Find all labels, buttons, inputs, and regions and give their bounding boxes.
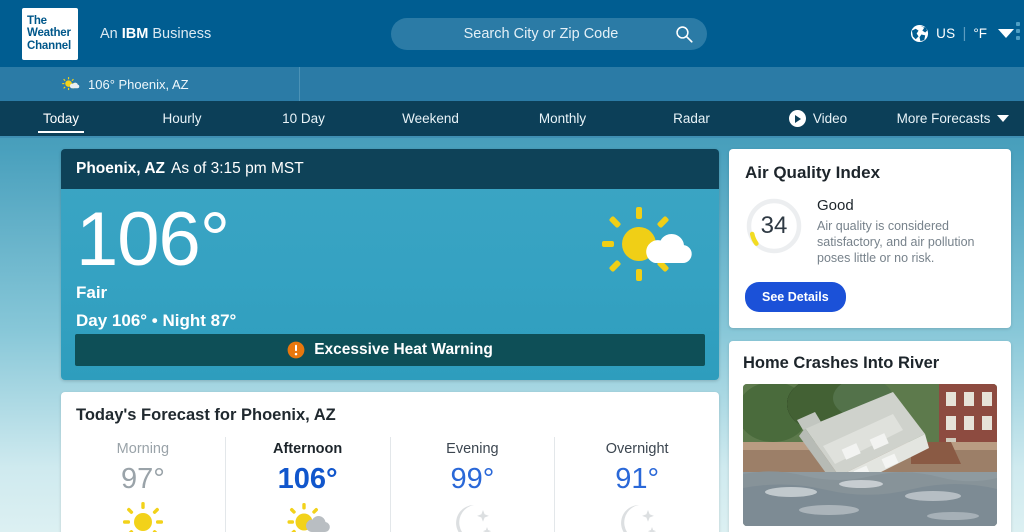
search-input[interactable] xyxy=(391,18,707,50)
aqi-description: Air quality is considered satisfactory, … xyxy=(817,219,975,265)
ibm-business-tagline: An IBM Business xyxy=(100,26,211,42)
nav-label: 10 Day xyxy=(282,111,325,126)
locale-unit-toggle[interactable]: °F xyxy=(973,26,987,41)
saved-location-item[interactable]: 106° Phoenix, AZ xyxy=(0,67,300,101)
forecast-period-label: Overnight xyxy=(605,441,669,457)
nav-tab-video[interactable]: Video xyxy=(754,101,882,136)
aqi-dial: 34 xyxy=(745,197,803,255)
nav-label: Hourly xyxy=(162,111,202,126)
house-collapsing-into-river-photo xyxy=(743,384,997,526)
locale-country[interactable]: US xyxy=(936,26,955,41)
nav-label: Radar xyxy=(673,111,710,126)
moon-stars-icon xyxy=(621,505,657,532)
aqi-text-block: Good Air quality is considered satisfact… xyxy=(817,197,995,266)
forecast-period-morning[interactable]: Morning 97° xyxy=(61,437,226,532)
nav-tab-10-day[interactable]: 10 Day xyxy=(242,101,365,136)
kebab-dot xyxy=(1016,29,1020,33)
todays-forecast-title: Today's Forecast for Phoenix, AZ xyxy=(76,406,336,424)
aqi-value: 34 xyxy=(760,212,788,239)
tagline-suffix: Business xyxy=(148,25,212,42)
primary-nav: Today Hourly 10 Day Weekend Monthly Rada… xyxy=(0,101,1024,138)
logo-line-3: Channel xyxy=(27,39,71,52)
forecast-period-label: Morning xyxy=(116,441,170,457)
nav-label: Video xyxy=(812,111,848,126)
forecast-period-temp: 91° xyxy=(615,463,660,495)
forecast-period-label: Afternoon xyxy=(272,441,343,457)
forecast-period-icon-wrap xyxy=(555,501,719,532)
nav-tab-radar[interactable]: Radar xyxy=(629,101,754,136)
weather-alert-banner[interactable]: Excessive Heat Warning xyxy=(75,334,705,366)
weather-alert-label: Excessive Heat Warning xyxy=(314,341,493,358)
nav-label: More Forecasts xyxy=(896,111,991,126)
nav-label: Monthly xyxy=(538,111,587,126)
news-headline: Home Crashes Into River xyxy=(743,354,940,372)
sun-icon xyxy=(122,502,163,532)
moon-stars-icon xyxy=(456,505,492,532)
alert-exclamation-icon xyxy=(287,341,305,359)
kebab-dot xyxy=(1016,22,1020,26)
kebab-dot xyxy=(1016,36,1020,40)
sun-cloud-icon xyxy=(62,77,80,91)
sun-behind-cloud-icon xyxy=(287,503,330,532)
air-quality-title: Air Quality Index xyxy=(745,163,881,182)
nav-tab-more-forecasts[interactable]: More Forecasts xyxy=(882,101,1024,136)
forecast-period-evening[interactable]: Evening 99° xyxy=(391,437,556,532)
site-header: The Weather Channel An IBM Business US |… xyxy=(0,0,1024,67)
weather-channel-logo[interactable]: The Weather Channel xyxy=(22,7,78,60)
forecast-period-afternoon[interactable]: Afternoon 106° xyxy=(226,437,391,532)
forecast-period-temp: 97° xyxy=(120,463,165,495)
nav-label: Weekend xyxy=(402,111,459,126)
current-condition-text: Fair xyxy=(76,283,108,302)
current-conditions-body: 106° Fair Day 106° • Night 87° xyxy=(61,189,719,334)
current-conditions-card: Phoenix, AZ As of 3:15 pm MST 106° Fair … xyxy=(61,149,719,380)
forecast-period-icon-wrap xyxy=(61,501,225,532)
sidebar-column: Air Quality Index 34 Good Air quality is… xyxy=(729,149,1011,532)
tagline-brand: IBM xyxy=(121,25,149,42)
nav-tab-weekend[interactable]: Weekend xyxy=(365,101,496,136)
day-night-temps: Day 106° • Night 87° xyxy=(76,311,237,330)
current-conditions-header: Phoenix, AZ As of 3:15 pm MST xyxy=(61,149,719,189)
chevron-down-icon[interactable] xyxy=(998,29,1014,38)
play-circle-icon xyxy=(788,110,806,127)
nav-label: Today xyxy=(42,111,80,126)
globe-icon[interactable] xyxy=(910,24,929,43)
air-quality-row: 34 Good Air quality is considered satisf… xyxy=(745,197,995,266)
logo-line-1: The xyxy=(27,14,47,27)
search-icon[interactable] xyxy=(675,25,693,43)
chevron-down-icon xyxy=(997,115,1010,122)
nav-tab-monthly[interactable]: Monthly xyxy=(496,101,629,136)
forecast-period-icon-wrap xyxy=(226,501,390,532)
air-quality-card: Air Quality Index 34 Good Air quality is… xyxy=(729,149,1011,328)
search-container xyxy=(391,18,707,50)
kebab-menu-icon[interactable] xyxy=(1016,22,1020,40)
tagline-prefix: An xyxy=(100,25,122,42)
page-content: Phoenix, AZ As of 3:15 pm MST 106° Fair … xyxy=(0,138,1024,532)
forecast-period-overnight[interactable]: Overnight 91° xyxy=(555,437,719,532)
see-details-button[interactable]: See Details xyxy=(745,282,846,312)
forecast-periods-row: Morning 97° Afternoon 106° Evening 99° O… xyxy=(61,437,719,532)
news-thumbnail[interactable] xyxy=(743,384,997,526)
locale-separator: | xyxy=(962,25,967,42)
todays-forecast-card: Today's Forecast for Phoenix, AZ Morning… xyxy=(61,392,719,532)
header-locale-controls: US | °F xyxy=(910,0,1020,67)
nav-tab-hourly[interactable]: Hourly xyxy=(122,101,242,136)
sun-behind-cloud-icon xyxy=(602,207,692,281)
logo-line-2: Weather xyxy=(27,27,71,40)
forecast-period-icon-wrap xyxy=(391,501,555,532)
forecast-period-temp: 99° xyxy=(450,463,495,495)
forecast-period-label: Evening xyxy=(446,441,499,457)
saved-location-strip: 106° Phoenix, AZ xyxy=(0,67,1024,101)
forecast-period-temp: 106° xyxy=(277,463,338,495)
current-location: Phoenix, AZ xyxy=(76,160,165,177)
news-card[interactable]: Home Crashes Into River xyxy=(729,341,1011,532)
current-as-of: As of 3:15 pm MST xyxy=(171,160,304,177)
saved-location-label: 106° Phoenix, AZ xyxy=(88,76,189,92)
nav-tab-today[interactable]: Today xyxy=(0,101,122,136)
aqi-category: Good xyxy=(817,197,854,214)
main-column: Phoenix, AZ As of 3:15 pm MST 106° Fair … xyxy=(61,149,719,532)
